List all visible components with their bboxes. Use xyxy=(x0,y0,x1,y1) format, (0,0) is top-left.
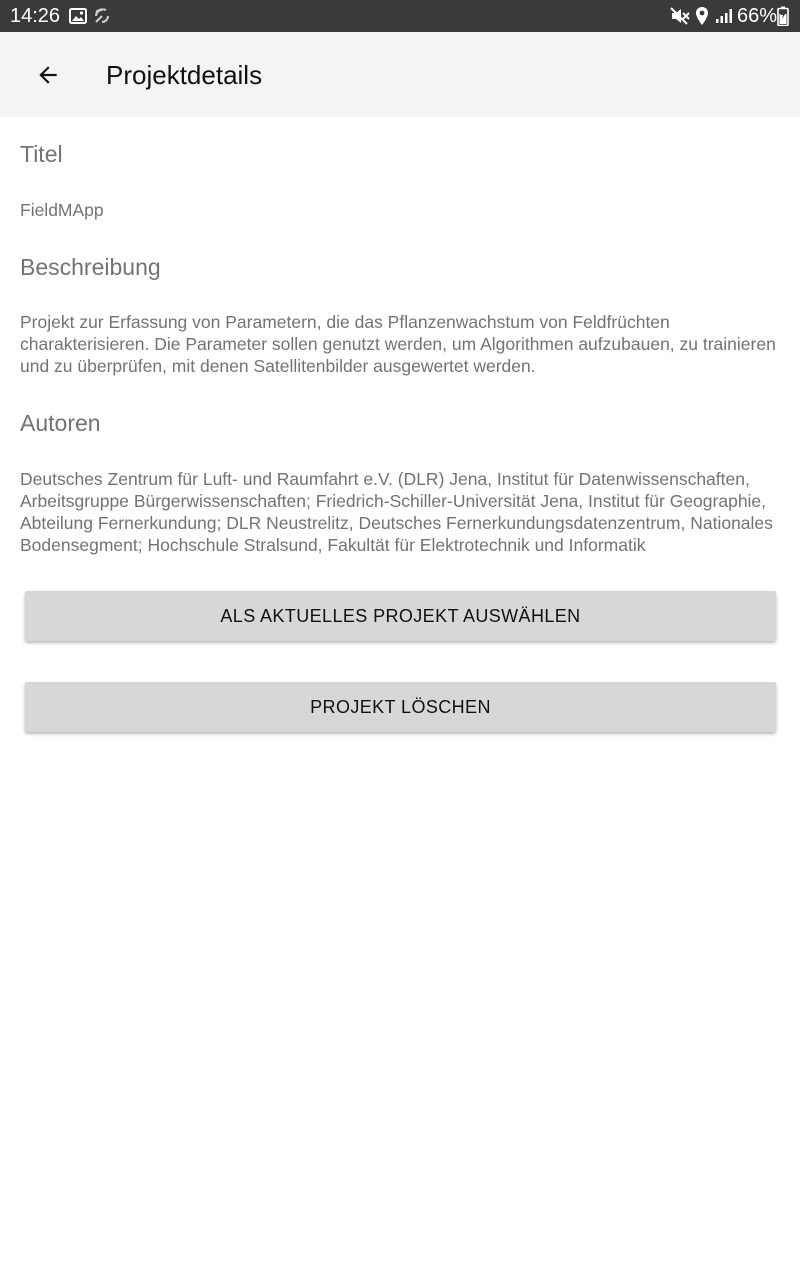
description-value: Projekt zur Erfassung von Parametern, di… xyxy=(20,312,776,376)
description-label: Beschreibung xyxy=(20,254,161,280)
battery-percentage: 66% xyxy=(737,5,778,27)
authors-value: Deutsches Zentrum für Luft- und Raumfahr… xyxy=(20,469,773,555)
title-label: Titel xyxy=(20,141,63,167)
back-button[interactable] xyxy=(20,54,76,96)
image-icon xyxy=(69,8,87,24)
nfc-icon xyxy=(95,8,109,23)
page-title: Projektdetails xyxy=(106,60,263,90)
select-current-project-button[interactable]: ALS AKTUELLES PROJEKT AUSWÄHLEN xyxy=(25,591,776,641)
status-time: 14:26 xyxy=(10,5,61,27)
arrow-back-icon xyxy=(39,66,57,84)
status-bar: 14:26 66% xyxy=(0,0,800,32)
location-icon xyxy=(696,7,708,25)
mute-icon xyxy=(670,7,690,25)
app-bar: Projektdetails xyxy=(0,32,800,117)
authors-label: Autoren xyxy=(20,410,101,436)
signal-icon xyxy=(716,9,732,23)
title-value: FieldMApp xyxy=(20,200,104,220)
delete-project-button[interactable]: PROJEKT LÖSCHEN xyxy=(25,682,776,732)
battery-icon xyxy=(777,6,789,26)
